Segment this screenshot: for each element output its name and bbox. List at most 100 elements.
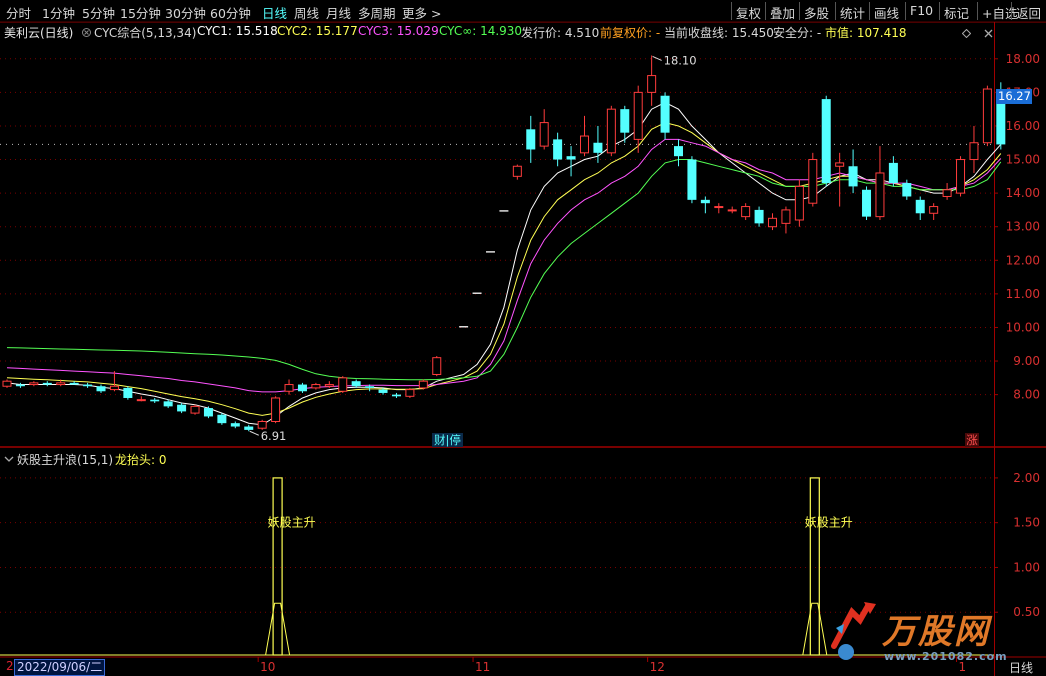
candle-body xyxy=(660,95,670,133)
signal-triangle xyxy=(265,602,291,656)
candle-body xyxy=(297,384,307,392)
candle-body xyxy=(969,142,979,161)
candle-body xyxy=(727,209,737,212)
signal-label: 妖股主升 xyxy=(805,516,853,530)
candle-body xyxy=(177,404,187,412)
watermark: 万股网 www.201082.com xyxy=(822,598,1027,664)
candle-body xyxy=(929,206,939,214)
candle-body xyxy=(163,401,173,407)
candle-body xyxy=(351,381,361,387)
candle-body xyxy=(821,99,831,184)
candle-body xyxy=(150,399,160,402)
candle-body xyxy=(593,142,603,153)
candle-body xyxy=(553,139,563,160)
candle-body xyxy=(2,380,12,387)
candle-body xyxy=(888,162,898,184)
candle-body xyxy=(982,88,992,144)
price-axis-label: 12.00 xyxy=(1006,253,1040,267)
candle-body xyxy=(83,384,93,387)
candle-body xyxy=(848,166,858,187)
finance-event-label[interactable]: 财|停 xyxy=(432,433,463,447)
candle-body xyxy=(56,382,66,386)
candle-body xyxy=(633,91,643,140)
month-label: 11 xyxy=(475,660,490,674)
candle-body xyxy=(714,206,724,209)
chevron-down-icon[interactable] xyxy=(4,453,14,467)
candle-body xyxy=(378,389,388,393)
candle-body xyxy=(217,414,227,424)
signal-bar xyxy=(272,477,283,656)
series-line-3 xyxy=(6,159,1002,381)
candle-body xyxy=(324,384,334,387)
candle-body xyxy=(257,420,267,429)
candle-body xyxy=(123,387,133,398)
price-axis-label: 13.00 xyxy=(1006,220,1040,234)
candle-body xyxy=(69,382,79,385)
candle-body xyxy=(781,209,791,224)
candle-body xyxy=(741,206,751,218)
candle-body xyxy=(620,109,630,133)
candle-body xyxy=(418,380,428,389)
candle-body xyxy=(768,217,778,228)
candle-body xyxy=(794,185,804,221)
candle-body xyxy=(700,199,710,204)
candle-body xyxy=(754,209,764,224)
candle-body xyxy=(687,159,697,200)
price-axis-label: 18.00 xyxy=(1006,52,1040,66)
candle-body xyxy=(29,382,39,386)
series-line-0 xyxy=(6,101,1002,426)
candle-body xyxy=(606,108,616,154)
candle-body xyxy=(432,357,442,375)
price-axis-label: 16.00 xyxy=(1006,119,1040,133)
month-label: 12 xyxy=(650,660,665,674)
indicator-title[interactable]: 妖股主升浪(15,1) xyxy=(17,451,113,468)
indicator-axis-label: 2.00 xyxy=(1013,471,1040,485)
low-pointer xyxy=(249,430,259,436)
candle-body xyxy=(271,397,281,422)
current-price-tag: 16.27 xyxy=(996,89,1032,104)
price-chart[interactable]: 妖股主升妖股主升 18.0017.0016.0015.0014.0013.001… xyxy=(0,0,1046,676)
candle-body xyxy=(942,189,952,197)
candle-body xyxy=(136,399,146,402)
candle-body xyxy=(190,405,200,414)
candle-body xyxy=(915,199,925,214)
candle-body xyxy=(391,394,401,397)
candle-body xyxy=(244,426,254,430)
high-label: 18.10 xyxy=(664,53,697,67)
candle-body xyxy=(835,162,845,167)
candle-body xyxy=(230,423,240,427)
price-axis-label: 8.00 xyxy=(1013,388,1040,402)
candle-body xyxy=(875,172,885,218)
candle-body xyxy=(902,183,912,197)
indicator-axis-label: 1.00 xyxy=(1013,560,1040,574)
candle-body xyxy=(808,159,818,204)
candle-body xyxy=(284,384,294,392)
candle-body xyxy=(579,135,589,154)
candle-body xyxy=(365,386,375,388)
month-label: 10 xyxy=(260,660,275,674)
watermark-url: www.201082.com xyxy=(884,650,1008,663)
price-axis-label: 9.00 xyxy=(1013,354,1040,368)
price-axis-label: 15.00 xyxy=(1006,153,1040,167)
candle-body xyxy=(42,382,52,385)
indicator-header: 妖股主升浪(15,1) 龙抬头: 0 xyxy=(0,450,600,468)
candle-body xyxy=(311,384,321,389)
price-axis-label: 14.00 xyxy=(1006,186,1040,200)
indicator-field: 龙抬头: 0 xyxy=(115,453,167,467)
candle-body xyxy=(862,189,872,217)
candle-body xyxy=(674,146,683,157)
candle-body xyxy=(566,156,576,160)
candle-body xyxy=(526,129,536,150)
candle-body xyxy=(647,75,657,93)
price-axis-label: 11.00 xyxy=(1006,287,1040,301)
candle-body xyxy=(96,386,106,392)
indicator-axis-label: 1.50 xyxy=(1013,516,1040,530)
candle-body xyxy=(338,377,348,392)
low-label: 6.91 xyxy=(261,429,287,443)
candle-body xyxy=(405,389,415,397)
limit-up-label[interactable]: 涨 xyxy=(965,433,979,447)
date-start-marker: 2 xyxy=(6,659,14,673)
cursor-date: 2022/09/06/二 xyxy=(14,659,106,676)
price-axis-label: 10.00 xyxy=(1006,320,1040,334)
signal-label: 妖股主升 xyxy=(268,516,316,530)
